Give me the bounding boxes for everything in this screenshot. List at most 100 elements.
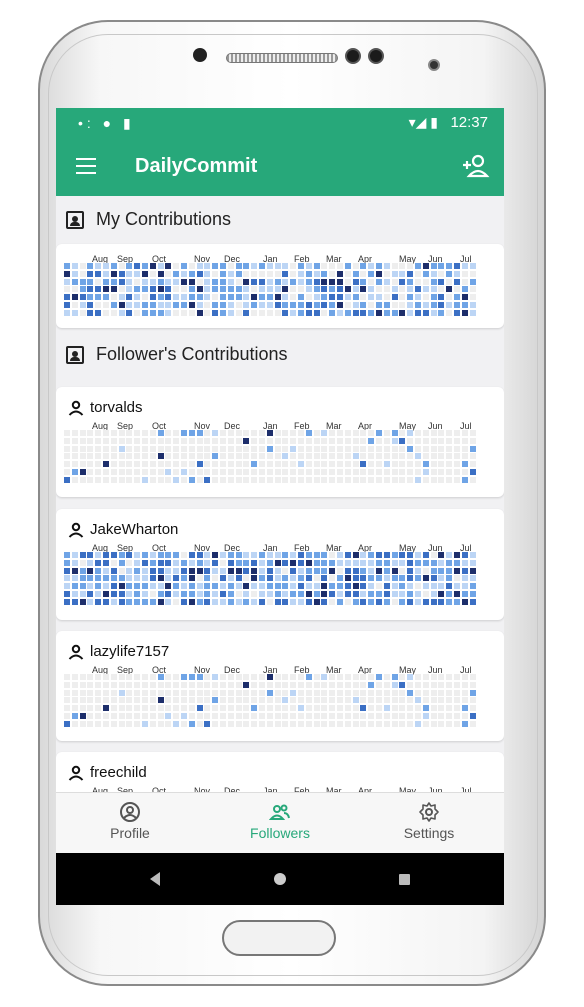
contribution-cell <box>430 583 437 590</box>
contribution-cell <box>383 720 390 727</box>
contribution-cell <box>344 476 351 483</box>
contribution-cell <box>305 559 312 566</box>
recents-button[interactable] <box>399 874 410 885</box>
contribution-cell <box>298 461 304 468</box>
contribution-cell <box>79 309 86 316</box>
contribution-cell <box>422 713 429 719</box>
contribution-cell <box>212 461 219 468</box>
contribution-cell <box>282 461 289 468</box>
contribution-cell <box>188 705 195 712</box>
contribution-cell <box>196 689 203 696</box>
contribution-cell <box>430 286 437 293</box>
menu-icon[interactable] <box>76 158 96 174</box>
contribution-cell <box>274 705 281 712</box>
home-button[interactable] <box>274 873 286 885</box>
contribution-cell <box>64 575 70 582</box>
contribution-cell <box>344 713 351 719</box>
contribution-cell <box>368 461 375 468</box>
contribution-cell <box>352 713 359 719</box>
contribution-cell <box>407 598 414 605</box>
contribution-cell <box>329 294 336 301</box>
contribution-cell <box>220 720 226 727</box>
hardware-home-button[interactable] <box>222 920 336 956</box>
contribution-cell <box>212 583 219 590</box>
contribution-cell <box>391 575 398 582</box>
contribution-cell <box>352 476 359 483</box>
my-contributions-card[interactable]: Aug Sep Oct Nov Dec Jan Feb Mar Apr May Jun Jul <box>56 244 504 328</box>
nav-profile[interactable]: Profile <box>70 793 190 853</box>
contribution-cell <box>266 270 273 277</box>
contribution-cell <box>446 689 453 696</box>
contribution-cell <box>188 567 195 574</box>
contribution-cell <box>157 286 164 293</box>
contribution-cell <box>64 720 70 727</box>
contribution-cell <box>220 445 226 452</box>
contribution-cell <box>204 430 211 436</box>
contribution-cell <box>313 278 320 285</box>
contribution-cell <box>87 697 94 704</box>
add-person-icon[interactable] <box>460 152 490 180</box>
contribution-cell <box>290 278 297 285</box>
contribution-cell <box>430 674 437 680</box>
contribution-cell <box>243 437 250 444</box>
contribution-cell <box>422 583 429 590</box>
contribution-cell <box>142 286 148 293</box>
contribution-cell <box>407 461 414 468</box>
contribution-cell <box>430 705 437 712</box>
contribution-cell <box>321 575 328 582</box>
contribution-cell <box>64 705 70 712</box>
contribution-cell <box>243 689 250 696</box>
contribution-cell <box>165 697 172 704</box>
contribution-cell <box>235 598 242 605</box>
contribution-cell <box>149 583 156 590</box>
contribution-cell <box>71 567 78 574</box>
contribution-cell <box>430 575 437 582</box>
contribution-cell <box>321 294 328 301</box>
contribution-cell <box>469 309 476 316</box>
contribution-cell <box>204 294 211 301</box>
contribution-cell <box>407 302 414 308</box>
contribution-cell <box>204 681 211 688</box>
contribution-cell <box>430 430 437 436</box>
contribution-cell <box>251 430 258 436</box>
contribution-cell <box>259 697 265 704</box>
back-button[interactable] <box>150 872 160 886</box>
contribution-cell <box>188 437 195 444</box>
contribution-cell <box>188 720 195 727</box>
nav-followers[interactable]: Followers <box>220 793 340 853</box>
contribution-cell <box>329 270 336 277</box>
follower-card[interactable]: lazylife7157 Aug Sep Oct Nov Dec Jan Feb Mar Apr… <box>56 631 504 741</box>
nav-settings[interactable]: Settings <box>369 793 489 853</box>
contribution-cell <box>438 591 445 597</box>
contribution-cell <box>422 705 429 712</box>
contribution-cell <box>337 469 343 475</box>
contribution-cell <box>321 476 328 483</box>
contribution-cell <box>157 697 164 704</box>
contribution-cell <box>469 430 476 436</box>
contribution-cell <box>352 294 359 301</box>
contribution-cell <box>305 583 312 590</box>
follower-card[interactable]: JakeWharton Aug Sep Oct Nov Dec Jan Feb Mar Apr M… <box>56 509 504 620</box>
follower-card[interactable]: torvalds Aug Sep Oct Nov Dec Jan Feb Mar Apr May J… <box>56 387 504 497</box>
contribution-cell <box>95 713 102 719</box>
contribution-cell <box>360 430 367 436</box>
contribution-cell <box>407 552 414 558</box>
contribution-cell <box>220 476 226 483</box>
contribution-cell <box>126 437 133 444</box>
contribution-cell <box>360 591 367 597</box>
contribution-cell <box>64 559 70 566</box>
contribution-cell <box>407 476 414 483</box>
contribution-cell <box>430 689 437 696</box>
contribution-cell <box>376 697 382 704</box>
contribution-cell <box>368 445 375 452</box>
contribution-cell <box>438 294 445 301</box>
contribution-cell <box>188 302 195 308</box>
contribution-cell <box>446 559 453 566</box>
contribution-cell <box>188 445 195 452</box>
contribution-cell <box>446 445 453 452</box>
contribution-cell <box>110 705 117 712</box>
contribution-cell <box>165 689 172 696</box>
contribution-cell <box>188 430 195 436</box>
contact-card-icon <box>66 210 84 229</box>
contribution-cell <box>181 598 187 605</box>
